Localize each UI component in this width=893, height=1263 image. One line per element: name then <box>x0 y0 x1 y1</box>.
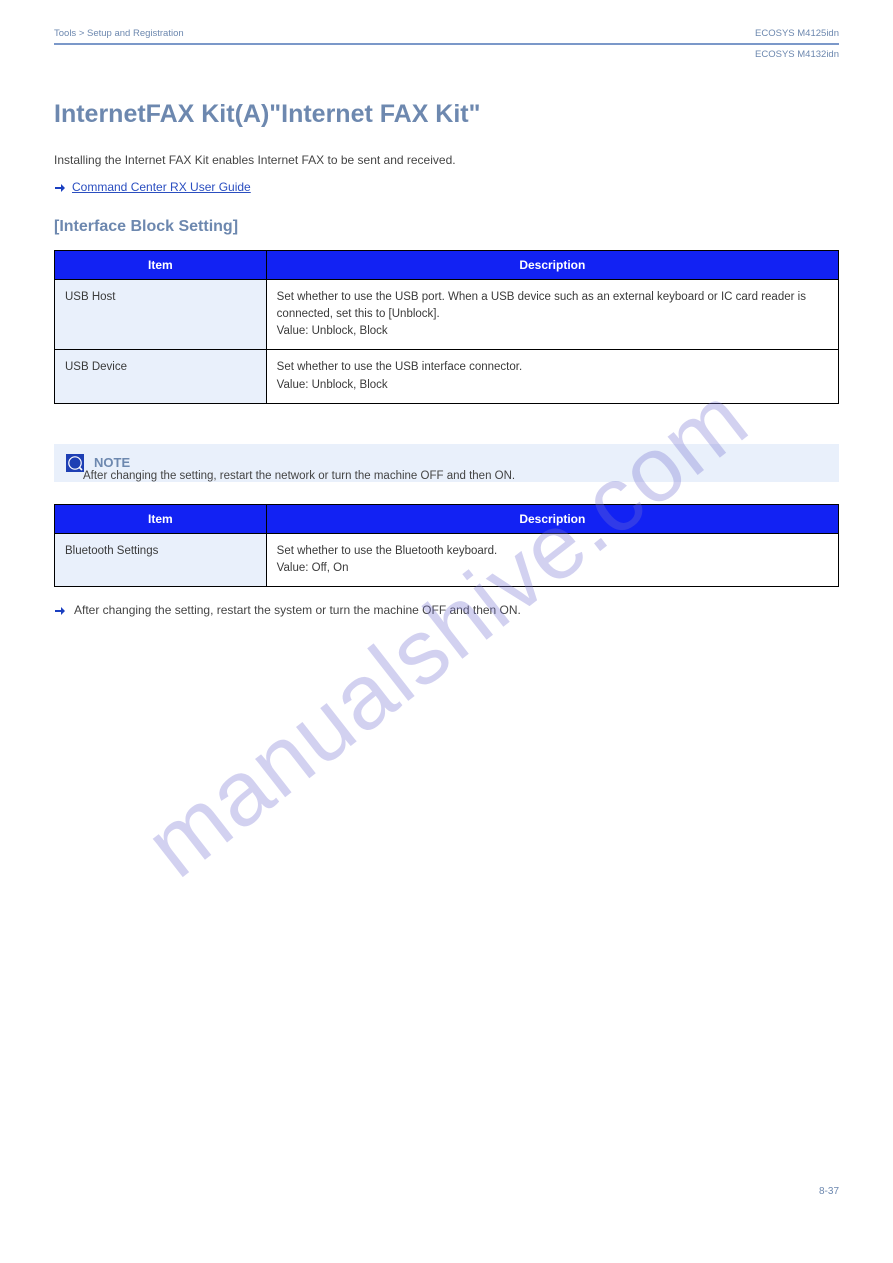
note-title: NOTE <box>94 455 130 470</box>
table-cell-label: USB Host <box>55 279 267 350</box>
table-cell-label: USB Device <box>55 350 267 404</box>
header-breadcrumb: Tools > Setup and Registration <box>54 28 184 39</box>
intro-text: Installing the Internet FAX Kit enables … <box>54 151 839 170</box>
table-header-desc: Description <box>266 504 838 533</box>
interface-block-table: Item Description USB Host Set whether to… <box>54 250 839 404</box>
subsection-heading: [Interface Block Setting] <box>54 218 839 236</box>
table-header-desc: Description <box>266 250 838 279</box>
section-heading: InternetFAX Kit(A)"Internet FAX Kit" <box>54 100 839 129</box>
note-text: After changing the setting, restart the … <box>83 444 839 482</box>
table-row: Bluetooth Settings Set whether to use th… <box>55 533 839 587</box>
table-header-item: Item <box>55 504 267 533</box>
arrow-right-icon <box>54 181 66 193</box>
arrow-right-icon <box>54 601 66 623</box>
bullet-list: After changing the setting, restart the … <box>54 601 839 623</box>
table-cell-desc: Set whether to use the Bluetooth keyboar… <box>266 533 838 587</box>
table-header-item: Item <box>55 250 267 279</box>
table-row: USB Host Set whether to use the USB port… <box>55 279 839 350</box>
table-cell-label: Bluetooth Settings <box>55 533 267 587</box>
header-row: Tools > Setup and Registration ECOSYS M4… <box>54 28 839 39</box>
table-cell-desc: Set whether to use the USB port. When a … <box>266 279 838 350</box>
header-divider <box>54 43 839 45</box>
reference-link-row: Command Center RX User Guide <box>54 180 839 194</box>
table-row: USB Device Set whether to use the USB in… <box>55 350 839 404</box>
page-content: Tools > Setup and Registration ECOSYS M4… <box>0 0 893 623</box>
note-icon <box>66 454 84 472</box>
table-cell-desc: Set whether to use the USB interface con… <box>266 350 838 404</box>
bluetooth-table: Item Description Bluetooth Settings Set … <box>54 504 839 588</box>
bullet-item: After changing the setting, restart the … <box>54 601 839 623</box>
reference-link[interactable]: Command Center RX User Guide <box>72 180 251 194</box>
header-model-sub: ECOSYS M4132idn <box>54 49 839 60</box>
bullet-text: After changing the setting, restart the … <box>74 601 521 623</box>
header-model-top: ECOSYS M4125idn <box>755 28 839 39</box>
page-number: 8-37 <box>819 1186 839 1197</box>
